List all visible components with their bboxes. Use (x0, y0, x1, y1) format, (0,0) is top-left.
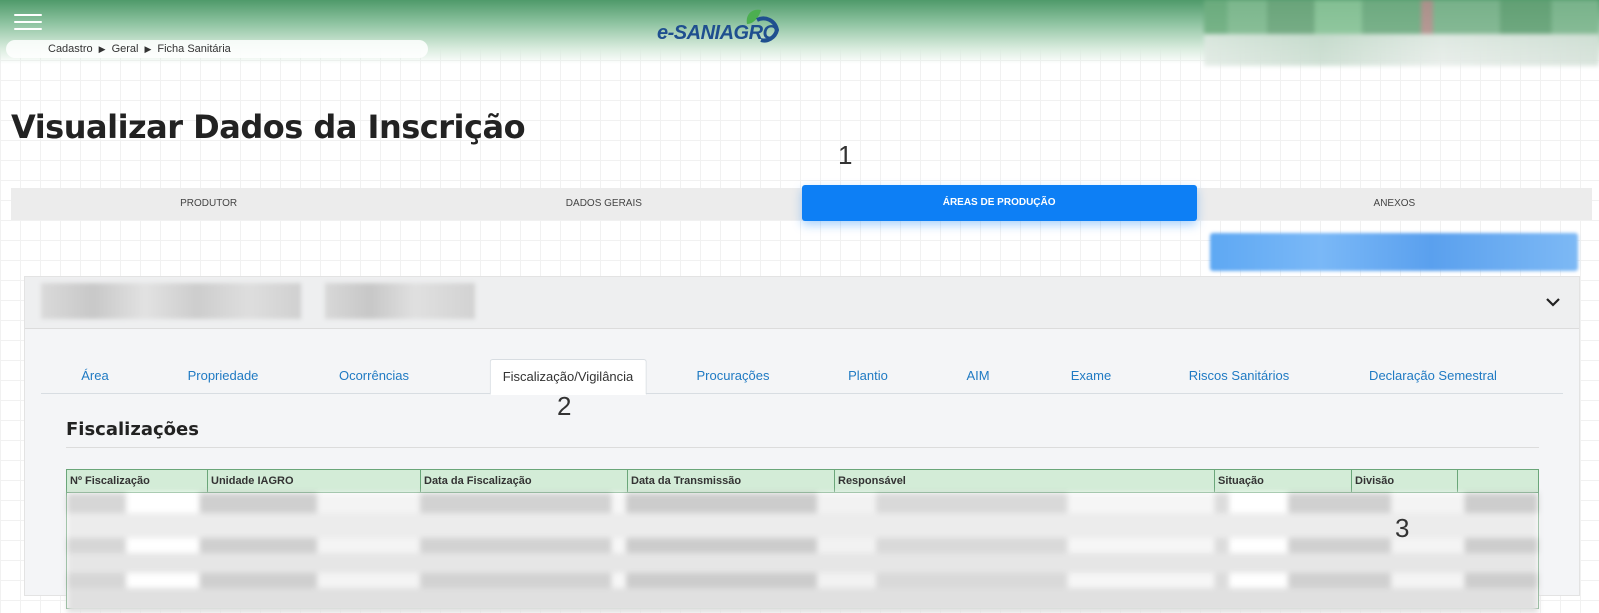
col-responsavel[interactable]: Responsável (835, 470, 1215, 492)
esaniagro-logo[interactable]: e-SANIAGRO (657, 6, 787, 46)
col-n-fiscalizacao[interactable]: Nº Fiscalização (67, 470, 208, 492)
annotation-marker-1: 1 (838, 140, 853, 170)
subtab-declaracao-semestral[interactable]: Declaração Semestral (1357, 359, 1509, 393)
breadcrumb-item-cadastro[interactable]: Cadastro (48, 43, 93, 55)
main-tabs: PRODUTOR DADOS GERAIS ÁREAS DE PRODUÇÃO … (11, 185, 1592, 221)
tab-anexos[interactable]: ANEXOS (1197, 188, 1592, 220)
table-header-row: Nº Fiscalização Unidade IAGRO Data da Fi… (67, 470, 1538, 493)
user-info-redacted (1204, 0, 1599, 66)
breadcrumb-separator-icon: ▶ (144, 43, 152, 54)
tab-areas-de-producao[interactable]: ÁREAS DE PRODUÇÃO (801, 185, 1197, 221)
page-title: Visualizar Dados da Inscrição (11, 108, 526, 146)
action-button-redacted[interactable] (1210, 233, 1578, 271)
subtab-area[interactable]: Área (69, 359, 120, 393)
col-data-fiscalizacao[interactable]: Data da Fiscalização (421, 470, 628, 492)
subtab-plantio[interactable]: Plantio (836, 359, 900, 393)
breadcrumb-separator-icon: ▶ (98, 43, 106, 54)
app-header: Cadastro ▶ Geral ▶ Ficha Sanitária e-SAN… (0, 0, 1599, 66)
breadcrumb: Cadastro ▶ Geral ▶ Ficha Sanitária (6, 40, 428, 58)
subtab-propriedade[interactable]: Propriedade (176, 359, 271, 393)
table-rows-redacted (67, 493, 1538, 613)
col-actions (1458, 470, 1538, 492)
subtab-exame[interactable]: Exame (1059, 359, 1123, 393)
subtab-procuracoes[interactable]: Procurações (685, 359, 782, 393)
col-data-transmissao[interactable]: Data da Transmissão (628, 470, 835, 492)
breadcrumb-item-geral[interactable]: Geral (112, 43, 139, 55)
breadcrumb-item-ficha-sanitaria[interactable]: Ficha Sanitária (157, 43, 230, 55)
leaf-icon (746, 9, 780, 43)
col-unidade-iagro[interactable]: Unidade IAGRO (208, 470, 421, 492)
section-title: Fiscalizações (66, 419, 199, 440)
section-divider (66, 447, 1539, 448)
tab-produtor[interactable]: PRODUTOR (11, 188, 406, 220)
redacted-area-name (41, 283, 301, 319)
area-panel: Área Propriedade Ocorrências Fiscalizaçã… (24, 276, 1580, 613)
panel-header[interactable] (25, 277, 1579, 329)
annotation-marker-2: 2 (557, 391, 572, 421)
col-divisao[interactable]: Divisão (1352, 470, 1458, 492)
tab-dados-gerais[interactable]: DADOS GERAIS (406, 188, 801, 220)
subtab-fiscalizacao-vigilancia[interactable]: Fiscalização/Vigilância (489, 359, 647, 395)
subtab-riscos-sanitarios[interactable]: Riscos Sanitários (1177, 359, 1301, 393)
menu-icon[interactable] (14, 14, 42, 32)
subtab-ocorrencias[interactable]: Ocorrências (327, 359, 421, 393)
fiscalizacoes-table: Nº Fiscalização Unidade IAGRO Data da Fi… (66, 469, 1539, 613)
annotation-marker-3: 3 (1395, 513, 1410, 543)
chevron-down-icon[interactable] (1541, 290, 1565, 314)
subtab-aim[interactable]: AIM (954, 359, 1001, 393)
sub-tabs: Área Propriedade Ocorrências Fiscalizaçã… (41, 359, 1563, 395)
col-situacao[interactable]: Situação (1215, 470, 1352, 492)
redacted-area-code (325, 283, 475, 319)
